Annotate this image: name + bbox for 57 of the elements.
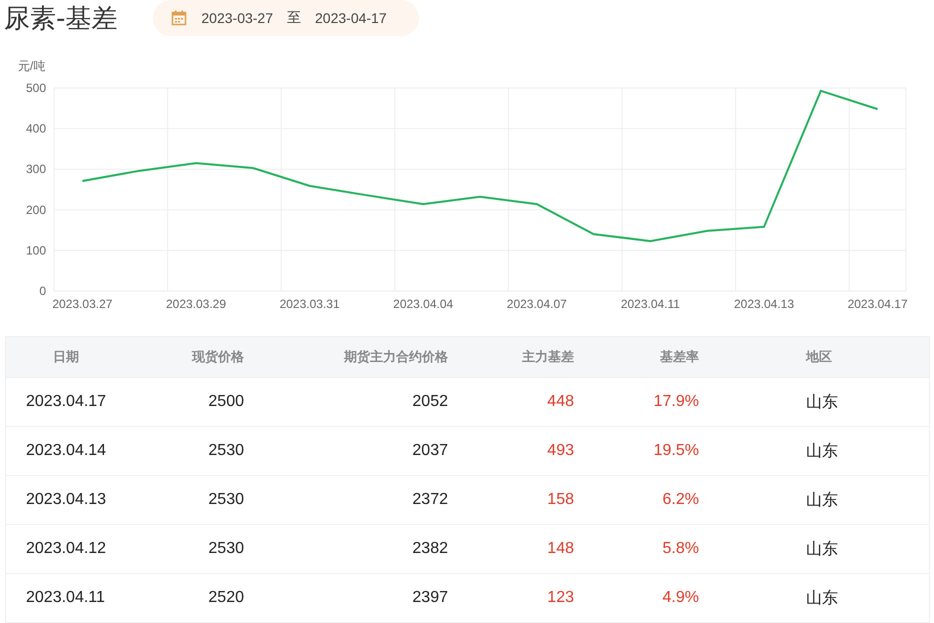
x-tick-label: 2023.04.04 — [393, 297, 454, 311]
table-cell-text: 2023.04.12 — [25, 540, 108, 558]
end-date: 2023-04-17 — [315, 10, 387, 26]
table-cell-text: 448 — [546, 393, 575, 411]
table-cell-text: 6.2% — [662, 491, 700, 509]
x-tick-label: 2023.04.17 — [848, 297, 908, 311]
table-cell-text: 2382 — [411, 540, 449, 558]
table-cell-text: 123 — [546, 589, 575, 607]
table-cell-text: 山东 — [805, 588, 839, 608]
table-cell-text: 493 — [546, 442, 575, 460]
table-cell-text: 山东 — [805, 540, 839, 560]
table-cell-text: 山东 — [805, 490, 839, 510]
table-cell-text: 山东 — [805, 392, 839, 412]
table-cell-text: 2023.04.17 — [25, 393, 108, 411]
table-cell-text: 2372 — [411, 491, 449, 509]
calendar-icon — [171, 10, 188, 26]
table-cell-text: 2023.04.14 — [25, 442, 108, 460]
table-cell-text: 2023.04.13 — [25, 491, 108, 509]
table-cell-text: 2052 — [411, 393, 449, 411]
y-tick-label: 400 — [26, 122, 46, 136]
column-header: 基差率 — [659, 348, 700, 366]
table-cell-text: 2520 — [207, 589, 245, 607]
x-tick-label: 2023.03.27 — [52, 297, 112, 311]
column-header: 现货价格 — [190, 348, 245, 366]
table-cell-text: 2530 — [207, 491, 245, 509]
y-tick-label: 0 — [39, 284, 46, 298]
table-cell-text: 148 — [546, 540, 575, 558]
table-cell-text: 2530 — [207, 540, 245, 558]
table-cell-text: 17.9% — [652, 393, 700, 411]
x-tick-label: 2023.04.13 — [734, 297, 794, 311]
table-cell-text: 2530 — [207, 442, 245, 460]
table-cell-text: 19.5% — [652, 442, 700, 460]
table-cell-text: 2397 — [411, 589, 449, 607]
table-cell-text: 山东 — [805, 442, 839, 462]
y-tick-label: 200 — [26, 202, 46, 217]
table-cell-text: 4.9% — [662, 589, 700, 607]
x-tick-label: 2023.04.07 — [506, 297, 567, 311]
y-axis-unit: 元/吨 — [18, 59, 46, 73]
column-header: 主力基差 — [521, 348, 575, 366]
table-cell-text: 2037 — [411, 442, 449, 460]
y-tick-label: 500 — [26, 81, 46, 95]
table-cell-text: 158 — [546, 491, 575, 509]
y-tick-label: 300 — [26, 162, 46, 176]
range-separator: 至 — [287, 9, 302, 27]
table-cell-text: 2023.04.11 — [25, 589, 106, 607]
start-date: 2023-03-27 — [201, 10, 274, 26]
page-title: 尿素-基差 — [4, 2, 118, 36]
table-cell-text: 5.8% — [662, 540, 700, 558]
y-tick-label: 100 — [26, 243, 46, 258]
date-range-picker[interactable]: 2023-03-27 至 2023-04-17 — [153, 0, 419, 36]
x-tick-label: 2023.03.29 — [166, 297, 226, 311]
column-header: 日期 — [52, 348, 80, 366]
x-tick-label: 2023.04.11 — [620, 297, 680, 311]
x-tick-label: 2023.03.31 — [280, 297, 340, 311]
column-header: 期货主力合约价格 — [343, 348, 449, 366]
table-cell-text: 2500 — [207, 393, 245, 411]
column-header: 地区 — [804, 348, 833, 366]
